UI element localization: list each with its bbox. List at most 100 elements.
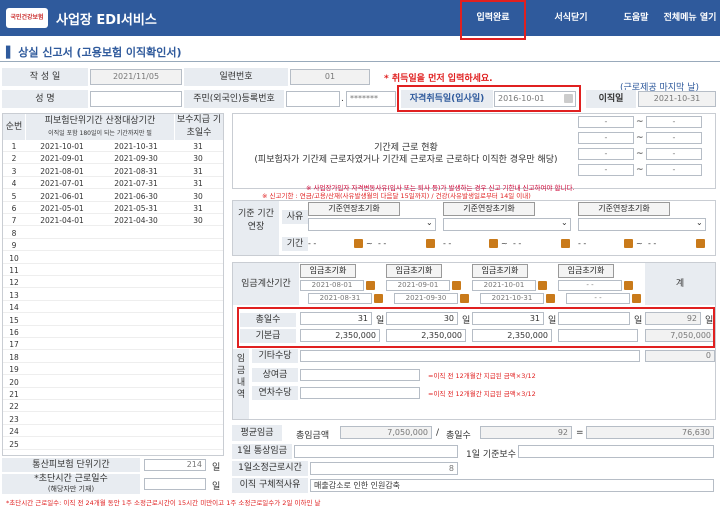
row-from-date[interactable]: 2021-07-01 <box>27 178 97 189</box>
calendar-icon[interactable] <box>538 281 547 290</box>
calendar-icon[interactable] <box>374 294 383 303</box>
extension-reset-button[interactable]: 기준연장초기화 <box>578 202 670 216</box>
fixed-term-from-field[interactable]: - <box>578 148 634 160</box>
all-menu-button[interactable]: 전체메뉴 열기 <box>662 0 718 36</box>
extension-from-field[interactable]: - - <box>578 239 586 248</box>
row-to-date[interactable]: 2021-10-31 <box>101 141 171 152</box>
extension-from-field[interactable]: - - <box>308 239 316 248</box>
serial-label: 일련번호 <box>184 68 288 86</box>
row-from-date[interactable]: 2021-10-01 <box>27 141 97 152</box>
divider <box>0 61 720 62</box>
fixed-term-from-field[interactable]: - <box>578 164 634 176</box>
wage-from-field[interactable]: 2021-09-01 <box>386 280 450 291</box>
rrn-front-field[interactable] <box>286 91 340 107</box>
wage-reset-button[interactable]: 임금초기화 <box>472 264 528 278</box>
wage-to-field[interactable]: 2021-09-30 <box>394 293 458 304</box>
fixed-term-to-field[interactable]: - <box>646 132 702 144</box>
table-row: 9 <box>3 240 223 252</box>
row-from-date[interactable]: 2021-05-01 <box>27 203 97 214</box>
table-row: 12 <box>3 277 223 289</box>
fixed-term-from-field[interactable]: - <box>578 116 634 128</box>
wage-reset-button[interactable]: 임금초기화 <box>386 264 442 278</box>
calendar-icon[interactable] <box>366 281 375 290</box>
row-to-date[interactable]: 2021-05-31 <box>101 203 171 214</box>
wage-from-field[interactable]: - - <box>558 280 622 291</box>
calendar-icon[interactable] <box>624 239 633 248</box>
wage-from-field[interactable]: 2021-10-01 <box>472 280 536 291</box>
table-row: 17 <box>3 339 223 351</box>
fixed-term-from-field[interactable]: - <box>578 132 634 144</box>
extension-label: 기준 기간 연장 <box>233 201 279 255</box>
calendar-icon[interactable] <box>696 239 705 248</box>
calendar-icon[interactable] <box>452 281 461 290</box>
row-from-date[interactable]: 2021-06-01 <box>27 191 97 202</box>
table-row: 4 2021-07-01 2021-07-31 31 <box>3 178 223 190</box>
row-days[interactable]: 31 <box>175 203 221 214</box>
calendar-icon[interactable] <box>489 239 498 248</box>
name-field[interactable] <box>90 91 182 107</box>
bonus-field[interactable] <box>300 369 420 381</box>
row-days[interactable]: 31 <box>175 166 221 177</box>
base-daily-field[interactable] <box>518 445 714 458</box>
wage-to-field[interactable]: 2021-08-31 <box>308 293 372 304</box>
row-days[interactable]: 30 <box>175 215 221 226</box>
calendar-icon[interactable] <box>624 281 633 290</box>
help-button[interactable]: 도움말 <box>614 0 658 36</box>
calendar-icon[interactable] <box>354 239 363 248</box>
col-no-header: 순번 <box>3 114 25 140</box>
row-to-date[interactable]: 2021-04-30 <box>101 215 171 226</box>
extension-from-field[interactable]: - - <box>443 239 451 248</box>
row-number: 14 <box>9 303 19 313</box>
notice-2: ※ 신고기한 : 연금/고용/산재(사유발생월의 다음달 15일까지) / 건강… <box>262 192 531 200</box>
fixed-term-to-field[interactable]: - <box>646 148 702 160</box>
calendar-icon[interactable] <box>460 294 469 303</box>
row-days[interactable]: 31 <box>175 141 221 152</box>
row-number: 23 <box>9 414 19 424</box>
reason-select[interactable] <box>443 218 571 231</box>
total-period-field[interactable]: 214 <box>144 459 206 471</box>
reason-select[interactable] <box>308 218 436 231</box>
row-from-date[interactable]: 2021-09-01 <box>27 153 97 164</box>
chevron-down-icon: ⌄ <box>561 218 568 227</box>
extension-reset-button[interactable]: 기준연장초기화 <box>443 202 535 216</box>
rrn-back-field[interactable]: ******* <box>346 91 396 107</box>
extension-reset-button[interactable]: 기준연장초기화 <box>308 202 400 216</box>
row-from-date[interactable]: 2021-08-01 <box>27 166 97 177</box>
total-wage-label: 총임금액 <box>296 431 330 441</box>
leave-reason-field[interactable]: 매출감소로 인한 인원감축 <box>310 479 714 492</box>
row-days[interactable]: 31 <box>175 178 221 189</box>
work-hours-field[interactable]: 8 <box>310 462 458 475</box>
row-to-date[interactable]: 2021-07-31 <box>101 178 171 189</box>
other-allowance-field[interactable] <box>300 350 640 362</box>
fixed-term-periods: - ~ - - ~ - - ~ - - ~ - <box>578 116 718 186</box>
extension-to-field[interactable]: - - <box>513 239 521 248</box>
short-time-field[interactable] <box>144 478 206 490</box>
calendar-icon[interactable] <box>426 239 435 248</box>
reason-select[interactable] <box>578 218 706 231</box>
fixed-term-to-field[interactable]: - <box>646 116 702 128</box>
wage-from-field[interactable]: 2021-08-01 <box>300 280 364 291</box>
calendar-icon[interactable] <box>561 239 570 248</box>
fixed-term-to-field[interactable]: - <box>646 164 702 176</box>
wage-to-field[interactable]: - - <box>566 293 630 304</box>
row-number: 12 <box>9 278 19 288</box>
row-from-date[interactable]: 2021-04-01 <box>27 215 97 226</box>
extension-to-field[interactable]: - - <box>648 239 656 248</box>
wage-reset-button[interactable]: 임금초기화 <box>558 264 614 278</box>
col-days-header: 보수지급 기초일수 <box>175 114 223 140</box>
row-to-date[interactable]: 2021-06-30 <box>101 191 171 202</box>
row-to-date[interactable]: 2021-08-31 <box>101 166 171 177</box>
calendar-icon[interactable] <box>632 294 641 303</box>
highlight-acquisition <box>397 85 581 112</box>
row-days[interactable]: 30 <box>175 153 221 164</box>
row-to-date[interactable]: 2021-09-30 <box>101 153 171 164</box>
calendar-icon[interactable] <box>546 294 555 303</box>
extension-to-field[interactable]: - - <box>378 239 386 248</box>
close-form-button[interactable]: 서식닫기 <box>532 0 610 36</box>
wage-reset-button[interactable]: 임금초기화 <box>300 264 356 278</box>
wage-to-field[interactable]: 2021-10-31 <box>480 293 544 304</box>
row-days[interactable]: 30 <box>175 191 221 202</box>
unit-day: 일 <box>212 463 221 473</box>
daily-wage-field[interactable] <box>294 445 458 458</box>
annual-leave-field[interactable] <box>300 387 420 399</box>
